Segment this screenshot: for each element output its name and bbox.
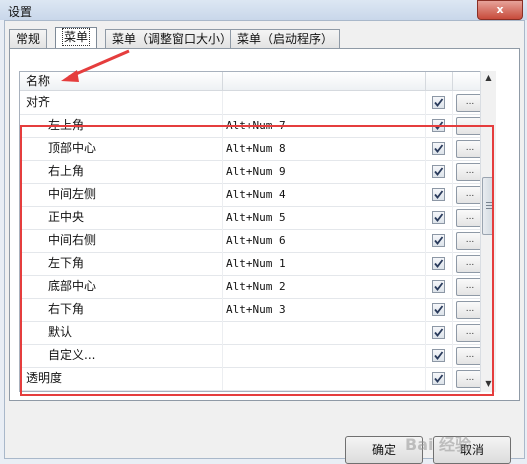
- enabled-checkbox[interactable]: [432, 372, 445, 385]
- item-name: 自定义...: [48, 348, 96, 362]
- list-item[interactable]: 中间左侧 Alt+Num 4...: [20, 183, 495, 207]
- scroll-down-icon[interactable]: ▼: [483, 379, 494, 389]
- menu-list: 名称 对齐... 左上角 Alt+Num 7... 顶部中心 Alt+Num 8... 右…: [19, 71, 496, 392]
- item-name: 对齐: [26, 95, 51, 109]
- checkmark-icon: [434, 121, 444, 130]
- item-shortcut: Alt+Num 4: [226, 188, 286, 201]
- item-name: 左下角: [48, 256, 85, 270]
- checkmark-icon: [434, 213, 444, 222]
- checkmark-icon: [434, 190, 444, 199]
- item-shortcut: Alt+Num 3: [226, 303, 286, 316]
- item-shortcut: Alt+Num 9: [226, 165, 286, 178]
- list-item[interactable]: 右下角 Alt+Num 3...: [20, 298, 495, 322]
- scroll-up-icon[interactable]: ▲: [483, 73, 494, 83]
- list-item[interactable]: 自定义......: [20, 344, 495, 368]
- enabled-checkbox[interactable]: [432, 211, 445, 224]
- item-name: 正中央: [48, 210, 85, 224]
- title-bar: 设置 x: [0, 0, 527, 20]
- settings-window: 常规 菜单 菜单（调整窗口大小） 菜单（启动程序） 名称 对齐... 左上角 Alt…: [4, 20, 525, 464]
- item-name: 左上角: [48, 118, 85, 132]
- tab-general[interactable]: 常规: [9, 29, 48, 48]
- tab-menu-resize[interactable]: 菜单（调整窗口大小）: [105, 29, 240, 48]
- enabled-checkbox[interactable]: [432, 188, 445, 201]
- checkmark-icon: [434, 236, 444, 245]
- list-item[interactable]: 默认...: [20, 321, 495, 345]
- checkmark-icon: [434, 167, 444, 176]
- item-shortcut: Alt+Num 7: [226, 119, 286, 132]
- enabled-checkbox[interactable]: [432, 303, 445, 316]
- item-shortcut: Alt+Num 8: [226, 142, 286, 155]
- red-annotation-arrow: [61, 49, 130, 82]
- watermark: Bai 经验: [405, 435, 472, 454]
- item-name: 右上角: [48, 164, 85, 178]
- item-name: 中间右侧: [48, 233, 97, 247]
- checkmark-icon: [434, 351, 444, 360]
- enabled-checkbox[interactable]: [432, 142, 445, 155]
- list-item[interactable]: 左上角 Alt+Num 7...: [20, 114, 495, 138]
- scroll-thumb[interactable]: [482, 177, 494, 235]
- enabled-checkbox[interactable]: [432, 257, 445, 270]
- enabled-checkbox[interactable]: [432, 234, 445, 247]
- tab-menu-launch[interactable]: 菜单（启动程序）: [230, 29, 341, 48]
- enabled-checkbox[interactable]: [432, 349, 445, 362]
- tab-menu[interactable]: 菜单: [55, 27, 98, 48]
- item-name: 右下角: [48, 302, 85, 316]
- item-name: 顶部中心: [48, 141, 97, 155]
- item-shortcut: Alt+Num 6: [226, 234, 286, 247]
- column-header-shortcut[interactable]: [223, 72, 426, 90]
- list-scrollbar[interactable]: ▲ ▼: [480, 71, 496, 392]
- checkmark-icon: [434, 259, 444, 268]
- enabled-checkbox[interactable]: [432, 165, 445, 178]
- enabled-checkbox[interactable]: [432, 326, 445, 339]
- list-item[interactable]: 顶部中心 Alt+Num 8...: [20, 137, 495, 161]
- column-header-enabled[interactable]: [426, 72, 453, 90]
- item-name: 透明度: [26, 371, 63, 385]
- enabled-checkbox[interactable]: [432, 96, 445, 109]
- close-icon: x: [496, 3, 504, 16]
- checkmark-icon: [434, 144, 444, 153]
- enabled-checkbox[interactable]: [432, 119, 445, 132]
- list-item[interactable]: 透明度...: [20, 367, 495, 391]
- checkmark-icon: [434, 98, 444, 107]
- window-title: 设置: [8, 5, 33, 19]
- item-shortcut: Alt+Num 5: [226, 211, 286, 224]
- checkmark-icon: [434, 328, 444, 337]
- list-item[interactable]: 左下角 Alt+Num 1...: [20, 252, 495, 276]
- checkmark-icon: [434, 374, 444, 383]
- item-shortcut: Alt+Num 2: [226, 280, 286, 293]
- item-name: 中间左侧: [48, 187, 97, 201]
- checkmark-icon: [434, 282, 444, 291]
- item-shortcut: Alt+Num 1: [226, 257, 286, 270]
- checkmark-icon: [434, 305, 444, 314]
- enabled-checkbox[interactable]: [432, 280, 445, 293]
- list-item[interactable]: 正中央 Alt+Num 5...: [20, 206, 495, 230]
- list-item[interactable]: 底部中心 Alt+Num 2...: [20, 275, 495, 299]
- list-item[interactable]: 右上角 Alt+Num 9...: [20, 160, 495, 184]
- item-name: 底部中心: [48, 279, 97, 293]
- item-name: 默认: [48, 325, 73, 339]
- close-button[interactable]: x: [477, 0, 523, 20]
- list-item[interactable]: 中间右侧 Alt+Num 6...: [20, 229, 495, 253]
- list-item[interactable]: 对齐...: [20, 91, 495, 115]
